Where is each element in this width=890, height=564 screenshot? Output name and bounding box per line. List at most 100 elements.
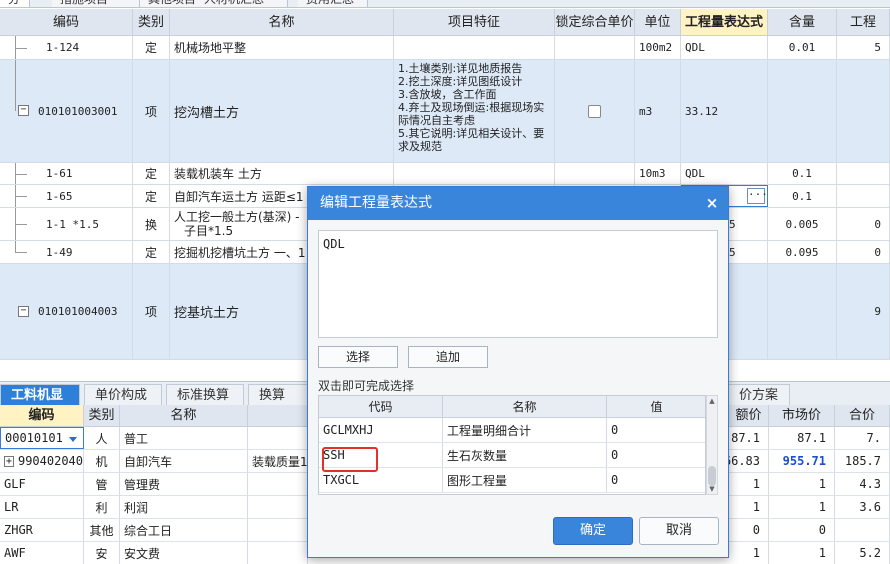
collapse-icon[interactable]: − bbox=[18, 105, 29, 116]
expression-input[interactable]: QDL bbox=[318, 230, 718, 338]
row-quota-price: 966.83 bbox=[729, 450, 769, 472]
row-type: 项 bbox=[133, 264, 170, 359]
collapse-icon[interactable]: − bbox=[18, 306, 29, 317]
row-type: 机 bbox=[84, 450, 120, 472]
tab-price-plan[interactable]: 价方案 bbox=[728, 384, 790, 406]
col-header-expression[interactable]: 工程量表达式 bbox=[681, 9, 768, 36]
row-expression[interactable]: QDL bbox=[681, 163, 768, 184]
tab-standard-conversion[interactable]: 标准换算 bbox=[166, 384, 244, 406]
table-row[interactable]: GCLMXHJ 工程量明细合计 0 bbox=[319, 418, 705, 443]
row-market-price[interactable]: 0 bbox=[769, 519, 835, 541]
lock-price-checkbox[interactable] bbox=[588, 104, 601, 118]
tree-branch bbox=[15, 196, 27, 197]
row-lock-cell bbox=[555, 60, 635, 162]
ok-button[interactable]: 确定 bbox=[553, 517, 633, 545]
row-code: 010101003001 bbox=[38, 104, 118, 118]
dialog-title[interactable]: 编辑工程量表达式 bbox=[308, 187, 728, 220]
col-header-name[interactable]: 名称 bbox=[170, 9, 394, 36]
row-quantity bbox=[837, 163, 890, 184]
col-header-content[interactable]: 含量 bbox=[768, 9, 837, 36]
row-name: 图形工程量 bbox=[443, 468, 607, 492]
row-type: 换 bbox=[133, 208, 170, 240]
row-spec bbox=[248, 519, 308, 541]
col-header-code[interactable]: 编码 bbox=[0, 9, 133, 36]
row-code: ZHGR bbox=[0, 519, 84, 541]
row-market-price[interactable]: 1 bbox=[769, 496, 835, 518]
row-code: 1-61 bbox=[46, 167, 73, 180]
row-code-cell[interactable]: + 990402040 bbox=[0, 450, 84, 472]
col-header-quota-price[interactable]: 额价 bbox=[729, 405, 769, 427]
col-header-type[interactable]: 类别 bbox=[133, 9, 170, 36]
row-code: 010101004003 bbox=[38, 305, 118, 318]
col-header-name[interactable]: 名称 bbox=[443, 396, 607, 418]
row-spec: 装载质量15 bbox=[248, 450, 308, 472]
row-expression[interactable]: 33.12 bbox=[681, 60, 768, 162]
row-market-price[interactable]: 1 bbox=[769, 542, 835, 564]
scrollbar[interactable]: ▲ ▼ bbox=[706, 395, 718, 495]
scroll-thumb[interactable] bbox=[708, 466, 716, 486]
col-header-feature[interactable]: 项目特征 bbox=[394, 9, 555, 36]
row-quantity: 0 bbox=[837, 208, 890, 240]
row-type: 利 bbox=[84, 496, 120, 518]
row-code-cell[interactable]: 1-124 bbox=[0, 36, 133, 59]
row-code-cell[interactable]: 1-61 bbox=[0, 163, 133, 184]
row-code-cell[interactable]: 1-65 bbox=[0, 185, 133, 207]
row-total: 185.7 bbox=[835, 450, 890, 472]
row-code: GLF bbox=[0, 473, 84, 495]
col-header-name[interactable]: 名称 bbox=[120, 405, 248, 427]
col-header-total[interactable]: 合价 bbox=[835, 405, 890, 427]
row-code: 990402040 bbox=[17, 454, 83, 468]
row-name: 生石灰数量 bbox=[443, 443, 607, 467]
table-row[interactable]: 1-124 定 机械场地平整 100m2 QDL 0.01 5 bbox=[0, 36, 890, 60]
row-spec bbox=[248, 542, 308, 564]
table-row[interactable]: 1-61 定 装载机装车 土方 10m3 QDL 0.1 bbox=[0, 163, 890, 185]
hint-text: 双击即可完成选择 bbox=[318, 379, 415, 393]
row-expression[interactable]: QDL bbox=[681, 36, 768, 59]
row-name: 利润 bbox=[120, 496, 248, 518]
tree-line bbox=[15, 60, 16, 111]
col-header-market-price[interactable]: 市场价 bbox=[769, 405, 835, 427]
col-header-code[interactable]: 编码 bbox=[0, 405, 84, 427]
append-button[interactable]: 追加 bbox=[408, 346, 488, 368]
tree-branch bbox=[15, 173, 27, 175]
row-code: 00010101 bbox=[5, 431, 63, 445]
code-combo[interactable]: 00010101 bbox=[0, 427, 84, 449]
row-content bbox=[768, 60, 837, 162]
table-row[interactable]: TXGCL 图形工程量 0 bbox=[319, 468, 705, 493]
select-button[interactable]: 选择 bbox=[318, 346, 398, 368]
tab-conversion-info[interactable]: 换算信息 bbox=[248, 384, 308, 406]
row-name: 自卸汽车 bbox=[120, 450, 248, 472]
col-header-lock-price[interactable]: 锁定综合单价 bbox=[555, 9, 635, 36]
table-row-selected[interactable]: − 010101003001 项 挖沟槽土方 1.土壤类别:详见地质报告 2.挖… bbox=[0, 60, 890, 163]
row-name: 挖沟槽土方 bbox=[170, 60, 394, 162]
row-market-price[interactable]: 87.1 bbox=[769, 427, 835, 449]
row-market-price[interactable]: 1 bbox=[769, 473, 835, 495]
row-type: 定 bbox=[133, 241, 170, 263]
row-feature[interactable]: 1.土壤类别:详见地质报告 2.挖土深度:详见图纸设计 3.含放坡，含工作面 4… bbox=[394, 60, 555, 162]
col-header-type[interactable]: 类别 bbox=[84, 405, 120, 427]
col-header-code[interactable]: 代码 bbox=[319, 396, 443, 418]
tab-feiyong[interactable]: 费用汇总 bbox=[298, 0, 368, 7]
row-market-price[interactable]: 955.71 bbox=[769, 450, 835, 472]
ellipsis-button[interactable]: ··· bbox=[747, 188, 767, 204]
tab-rencaiji[interactable]: 人材机汇总 bbox=[196, 0, 288, 7]
row-code-cell[interactable]: 1-1 *1.5 bbox=[0, 208, 133, 240]
col-header-value[interactable]: 值 bbox=[607, 396, 705, 418]
tab-cuoshi[interactable]: 措施项目 bbox=[52, 0, 140, 7]
dropdown-arrow-icon[interactable] bbox=[69, 437, 77, 442]
col-header-unit[interactable]: 单位 bbox=[635, 9, 681, 36]
row-code-cell[interactable]: − 010101003001 bbox=[0, 60, 133, 162]
tab-fenbu[interactable]: 分部分项 bbox=[0, 0, 30, 7]
close-icon[interactable]: × bbox=[704, 195, 720, 211]
col-header-quantity[interactable]: 工程 bbox=[837, 9, 890, 36]
cancel-button[interactable]: 取消 bbox=[639, 517, 719, 545]
row-spec bbox=[248, 496, 308, 518]
scroll-down-icon[interactable]: ▼ bbox=[708, 485, 716, 493]
scroll-up-icon[interactable]: ▲ bbox=[708, 397, 716, 405]
row-code-cell[interactable]: 1-49 bbox=[0, 241, 133, 263]
tab-material-display[interactable]: 工料机显示 bbox=[0, 384, 80, 425]
row-type: 管 bbox=[84, 473, 120, 495]
tab-price-composition[interactable]: 单价构成 bbox=[84, 384, 162, 406]
expand-icon[interactable]: + bbox=[4, 455, 14, 467]
row-code-cell[interactable]: − 010101004003 bbox=[0, 264, 133, 359]
